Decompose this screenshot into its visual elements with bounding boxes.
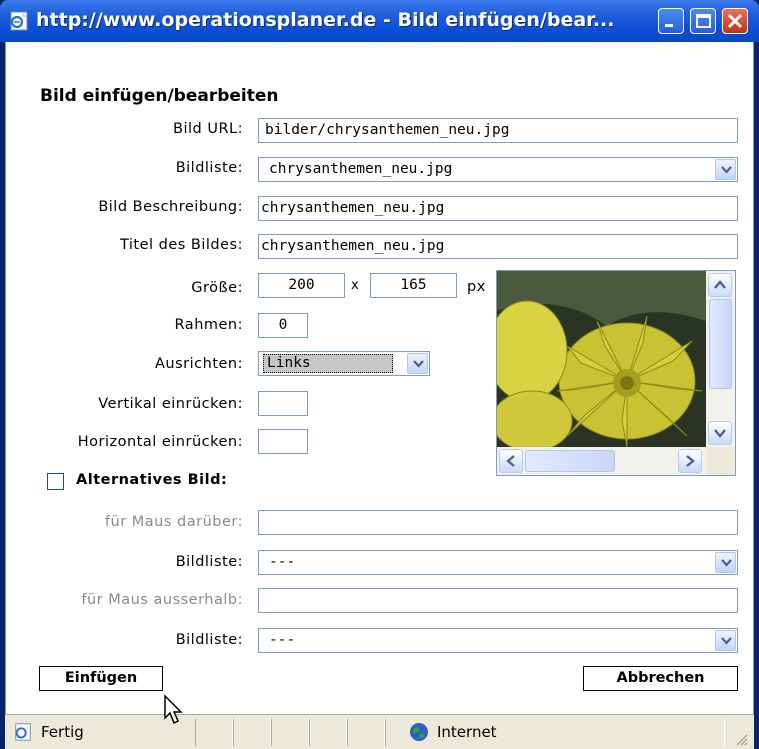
vertical-scroll-thumb[interactable] [709, 299, 732, 389]
width-input[interactable]: 200 [258, 273, 345, 298]
size-separator: x [351, 278, 360, 293]
scroll-up-button[interactable] [708, 273, 732, 297]
chevron-down-icon [721, 559, 732, 567]
minimize-button[interactable] [658, 8, 684, 34]
mouse-out-label: für Maus ausserhalb: [81, 592, 243, 608]
dialog-body: Bild einfügen/bearbeiten Bild URL: bilde… [5, 42, 754, 714]
vspace-input[interactable] [258, 391, 308, 416]
mouse-out-list-select[interactable]: --- [258, 628, 738, 653]
globe-icon [410, 723, 428, 741]
status-segment [347, 719, 385, 746]
status-zone-segment [385, 719, 725, 746]
scroll-right-button[interactable] [678, 449, 702, 473]
mouse-cursor-icon [164, 694, 183, 725]
status-bar: Fertig Internet [5, 714, 754, 749]
chevron-down-icon [721, 166, 732, 174]
dialog-heading: Bild einfügen/bearbeiten [40, 86, 279, 106]
align-select[interactable]: Links [258, 351, 430, 376]
zone-text: Internet [437, 723, 497, 741]
insert-button[interactable]: Einfügen [39, 666, 163, 691]
border-input[interactable]: 0 [258, 313, 308, 338]
mouse-out-input[interactable] [258, 588, 738, 613]
mouse-over-input[interactable] [258, 510, 738, 535]
mouse-over-list-dropdown-button[interactable] [715, 552, 736, 573]
align-label: Ausrichten: [155, 356, 243, 372]
window-title: http://www.operationsplaner.de - Bild ei… [36, 9, 615, 31]
image-url-input[interactable]: bilder/chrysanthemen_neu.jpg [258, 118, 738, 143]
title-label: Titel des Bildes: [119, 237, 243, 253]
ie-page-icon [10, 11, 28, 31]
close-button[interactable] [722, 8, 748, 34]
align-value: Links [263, 354, 393, 373]
border-label: Rahmen: [174, 317, 243, 333]
mouse-out-list-dropdown-button[interactable] [715, 630, 736, 651]
mouse-over-list-label: Bildliste: [175, 554, 243, 570]
status-segment [195, 719, 233, 746]
mouse-over-label: für Maus darüber: [104, 514, 243, 530]
chevron-up-icon [714, 280, 726, 289]
chevron-down-icon [413, 360, 424, 368]
image-list-select[interactable]: chrysanthemen_neu.jpg [258, 157, 738, 182]
title-bar[interactable]: http://www.operationsplaner.de - Bild ei… [0, 0, 759, 42]
alt-image-label: Alternatives Bild: [76, 472, 228, 488]
chevron-down-icon [714, 429, 726, 438]
vspace-label: Vertikal einrücken: [98, 396, 243, 412]
hspace-input[interactable] [258, 429, 308, 454]
chrysanthemum-image [497, 271, 706, 447]
dialog-window: http://www.operationsplaner.de - Bild ei… [0, 0, 759, 749]
horizontal-scroll-thumb[interactable] [525, 450, 615, 472]
image-list-value: chrysanthemen_neu.jpg [269, 161, 453, 177]
mouse-over-list-select[interactable]: --- [258, 550, 738, 575]
description-label: Bild Beschreibung: [98, 199, 243, 215]
image-url-label: Bild URL: [173, 121, 243, 137]
mouse-out-list-label: Bildliste: [175, 632, 243, 648]
size-unit: px [467, 279, 486, 295]
scroll-left-button[interactable] [499, 449, 523, 473]
hspace-label: Horizontal einrücken: [77, 434, 243, 450]
status-segment [233, 719, 271, 746]
description-input[interactable]: chrysanthemen_neu.jpg [258, 196, 738, 221]
title-input[interactable]: chrysanthemen_neu.jpg [258, 234, 738, 259]
status-text: Fertig [41, 723, 84, 741]
height-input[interactable]: 165 [370, 273, 457, 298]
status-segment [271, 719, 309, 746]
mouse-over-list-value: --- [269, 554, 296, 570]
image-list-dropdown-button[interactable] [715, 159, 736, 180]
preview-horizontal-scrollbar[interactable] [497, 447, 706, 475]
chevron-right-icon [686, 455, 695, 467]
close-icon [727, 13, 743, 29]
chevron-down-icon [721, 637, 732, 645]
maximize-button[interactable] [690, 8, 716, 34]
maximize-icon [696, 14, 711, 28]
alt-image-checkbox[interactable] [47, 473, 64, 490]
resize-grip-icon[interactable] [733, 731, 749, 747]
preview-vertical-scrollbar[interactable] [706, 271, 735, 447]
image-preview[interactable] [496, 270, 736, 476]
chevron-left-icon [506, 455, 515, 467]
mouse-out-list-value: --- [269, 632, 296, 648]
image-list-label: Bildliste: [175, 160, 243, 176]
status-segment [309, 719, 347, 746]
align-dropdown-button[interactable] [407, 353, 428, 374]
scroll-down-button[interactable] [708, 421, 732, 445]
size-label: Größe: [191, 280, 243, 296]
minimize-icon [665, 24, 673, 27]
cancel-button[interactable]: Abbrechen [583, 666, 738, 691]
scrollbar-corner [706, 447, 735, 475]
ie-page-icon [15, 723, 31, 741]
